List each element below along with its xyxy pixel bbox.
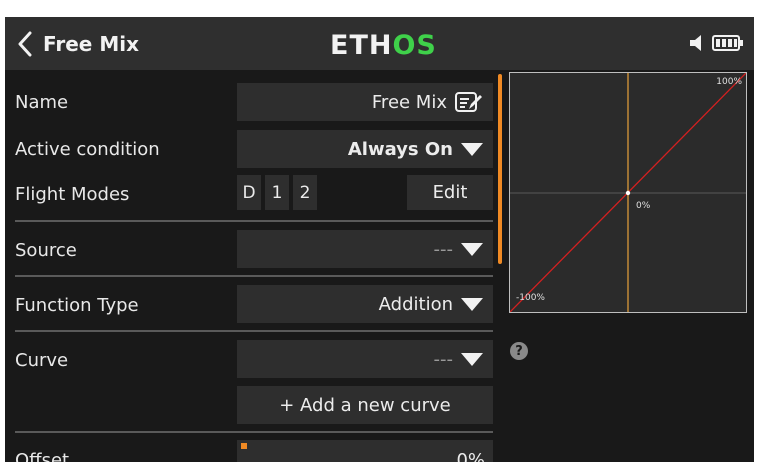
flight-modes-label: Flight Modes [15,184,130,205]
graph-top-label: 100% [716,77,742,87]
curve-graph-canvas [510,73,746,312]
offset-label: Offset [15,450,70,462]
dropdown-arrow-icon [461,297,483,311]
speaker-icon[interactable] [688,33,708,53]
dropdown-arrow-icon [461,242,483,256]
graph-center-label: 0% [636,201,651,211]
offset-value: 0% [456,450,485,462]
page-title: Free Mix [43,32,139,56]
source-select[interactable]: --- [237,230,493,268]
curve-select[interactable]: --- [237,340,493,378]
name-label: Name [15,92,69,113]
name-value: Free Mix [371,91,447,113]
graph-bottom-label: -100% [516,293,545,303]
active-condition-select[interactable]: Always On [237,130,493,168]
help-icon[interactable]: ? [510,342,528,360]
divider [15,220,493,222]
dropdown-arrow-icon [461,352,483,366]
function-type-label: Function Type [15,295,139,316]
flight-mode-d[interactable]: D [237,175,261,210]
edit-label: Edit [432,182,468,203]
divider [15,431,493,433]
divider [15,275,493,277]
offset-marker [241,443,247,449]
chevron-left-icon [18,31,32,57]
curve-value: --- [433,348,454,370]
battery-icon [712,35,743,51]
active-condition-label: Active condition [15,139,160,160]
add-curve-button[interactable]: + Add a new curve [237,386,493,424]
divider [15,330,493,332]
status-area [688,33,744,53]
curve-graph: 100% 0% -100% [509,72,747,313]
header-bar: Free Mix ETH OS [5,17,754,70]
active-condition-value: Always On [347,138,453,160]
function-type-value: Addition [378,293,453,315]
ethos-logo: ETH OS [330,29,437,61]
source-label: Source [15,240,77,261]
offset-slider[interactable]: 0% [237,440,493,462]
function-type-select[interactable]: Addition [237,285,493,323]
back-button[interactable]: Free Mix [13,23,168,65]
add-curve-label: + Add a new curve [279,394,451,416]
flight-mode-2[interactable]: 2 [293,175,317,210]
name-field[interactable]: Free Mix [237,83,493,121]
screen: Free Mix ETH OS Name Free Mix Active con… [5,17,754,462]
edit-text-icon [455,92,482,112]
flight-modes-edit-button[interactable]: Edit [407,175,493,210]
source-value: --- [433,238,454,260]
curve-label: Curve [15,350,69,371]
flight-mode-1[interactable]: 1 [265,175,289,210]
dropdown-arrow-icon [461,142,483,156]
scrollbar[interactable] [498,74,502,264]
